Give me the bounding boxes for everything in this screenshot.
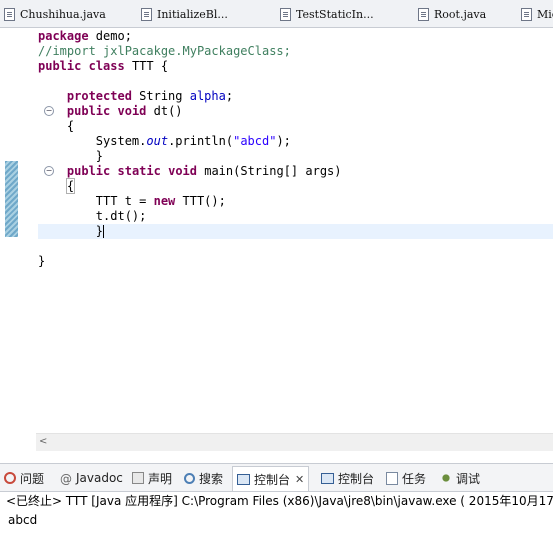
code-text: } — [95, 224, 104, 238]
tab-search[interactable]: 搜索 — [184, 468, 223, 488]
keyword: void — [117, 104, 147, 118]
close-icon[interactable]: ✕ — [295, 473, 304, 486]
tab-label: 问题 — [20, 471, 45, 486]
debug-icon — [440, 472, 452, 484]
tab-label: Javadoc — [76, 471, 123, 485]
console-icon — [237, 473, 250, 485]
editor-tab-label: Mic — [537, 7, 553, 21]
keyword: new — [153, 194, 176, 208]
code-line: t.dt(); — [38, 209, 553, 224]
editor-tab-label: Chushihua.java — [20, 7, 106, 21]
horizontal-scrollbar[interactable]: < — [36, 433, 553, 451]
code-line: protected String alpha; — [38, 89, 553, 104]
editor-tab-initializebl[interactable]: InitializeBl... — [141, 3, 228, 25]
comment: //import jxlPacakge.MyPackageClass; — [38, 44, 291, 58]
code-text: TTT t = — [95, 194, 154, 208]
code-line: } — [38, 149, 553, 164]
keyword: void — [168, 164, 197, 178]
keyword: protected — [66, 89, 132, 103]
code-line: package demo; — [38, 29, 553, 44]
editor-tab-chushihua[interactable]: Chushihua.java — [4, 3, 106, 25]
code-text: .println( — [168, 134, 234, 148]
folding-ruler: − − — [20, 28, 54, 458]
declaration-icon — [132, 472, 144, 484]
code-line: { — [38, 178, 553, 194]
tab-console-active[interactable]: 控制台 ✕ — [232, 466, 310, 491]
string-literal: "abcd" — [233, 134, 277, 148]
java-file-icon — [280, 7, 291, 21]
code-line: public void dt() — [38, 104, 553, 119]
current-code-line: } — [38, 224, 553, 239]
annotation-ruler — [0, 28, 20, 458]
code-text: TTT(); — [175, 194, 226, 208]
tab-label: 控制台 — [338, 471, 375, 486]
code-text: ); — [276, 134, 291, 148]
java-file-icon — [141, 7, 152, 21]
bottom-panel-tabs: 问题 @ Javadoc 声明 搜索 控制台 ✕ 控制台 任务 调试 — [0, 463, 553, 492]
keyword: public — [66, 164, 111, 178]
static-field: out — [146, 134, 169, 148]
console-status-line: <已终止> TTT [Java 应用程序] C:\Program Files (… — [6, 494, 553, 508]
code-text: main(String[] args) — [197, 164, 342, 178]
java-file-icon — [418, 7, 429, 21]
tab-label: 调试 — [456, 471, 481, 486]
editor-tab-label: InitializeBl... — [157, 7, 228, 21]
text-caret — [103, 225, 105, 238]
code-text: { — [66, 119, 75, 133]
code-text: String — [131, 89, 190, 103]
tab-console[interactable]: 控制台 — [321, 468, 374, 488]
java-file-icon — [521, 7, 532, 21]
editor-tab-label: TestStaticIn... — [296, 7, 374, 21]
editor-tab-teststaticin[interactable]: TestStaticIn... — [280, 3, 374, 25]
code-text: ; — [225, 89, 234, 103]
code-line: { — [38, 119, 553, 134]
code-editor[interactable]: − − package demo; //import jxlPacakge.My… — [0, 28, 553, 458]
java-file-icon — [4, 7, 15, 21]
code-line: System.out.println("abcd"); — [38, 134, 553, 149]
keyword: class — [88, 59, 125, 73]
editor-tab-root[interactable]: Root.java — [418, 3, 486, 25]
console-output[interactable]: abcd — [0, 511, 553, 531]
code-line: TTT t = new TTT(); — [38, 194, 553, 209]
editor-tab-label: Root.java — [434, 7, 487, 21]
tasks-icon — [386, 471, 398, 485]
code-text: System. — [95, 134, 147, 148]
tab-label: 任务 — [402, 471, 427, 486]
tab-declaration[interactable]: 声明 — [132, 468, 172, 488]
scroll-left-icon[interactable]: < — [39, 436, 47, 447]
code-text: dt() — [146, 104, 183, 118]
keyword: public — [38, 59, 82, 73]
code-text: t.dt(); — [95, 209, 147, 223]
code-text: } — [38, 254, 46, 268]
change-marker — [5, 161, 18, 237]
tab-debug[interactable]: 调试 — [440, 468, 480, 488]
tab-label: 声明 — [148, 471, 173, 486]
editor-tab-bar: Chushihua.java InitializeBl... TestStati… — [0, 0, 553, 28]
tab-label: 搜索 — [199, 471, 224, 486]
keyword: package — [38, 29, 89, 43]
javadoc-icon: @ — [60, 472, 72, 486]
tab-tasks[interactable]: 任务 — [386, 468, 426, 488]
tab-javadoc[interactable]: @ Javadoc — [60, 468, 123, 488]
matching-brace: { — [65, 178, 76, 194]
editor-tab-mic[interactable]: Mic — [521, 3, 553, 25]
code-line: //import jxlPacakge.MyPackageClass; — [38, 44, 553, 59]
problems-icon — [4, 472, 16, 484]
code-text: } — [95, 149, 104, 163]
code-line: public class TTT { — [38, 59, 553, 74]
code-text: TTT { — [124, 59, 169, 73]
code-line: } — [38, 254, 553, 269]
tab-label: 控制台 — [254, 472, 291, 487]
code-line: public static void main(String[] args) — [38, 164, 553, 179]
keyword: static — [117, 164, 161, 178]
keyword: public — [66, 104, 111, 118]
search-icon — [184, 472, 195, 484]
field-name: alpha — [189, 89, 226, 103]
console-icon — [321, 472, 334, 484]
tab-problems[interactable]: 问题 — [4, 468, 44, 488]
code-text: demo; — [88, 29, 132, 43]
